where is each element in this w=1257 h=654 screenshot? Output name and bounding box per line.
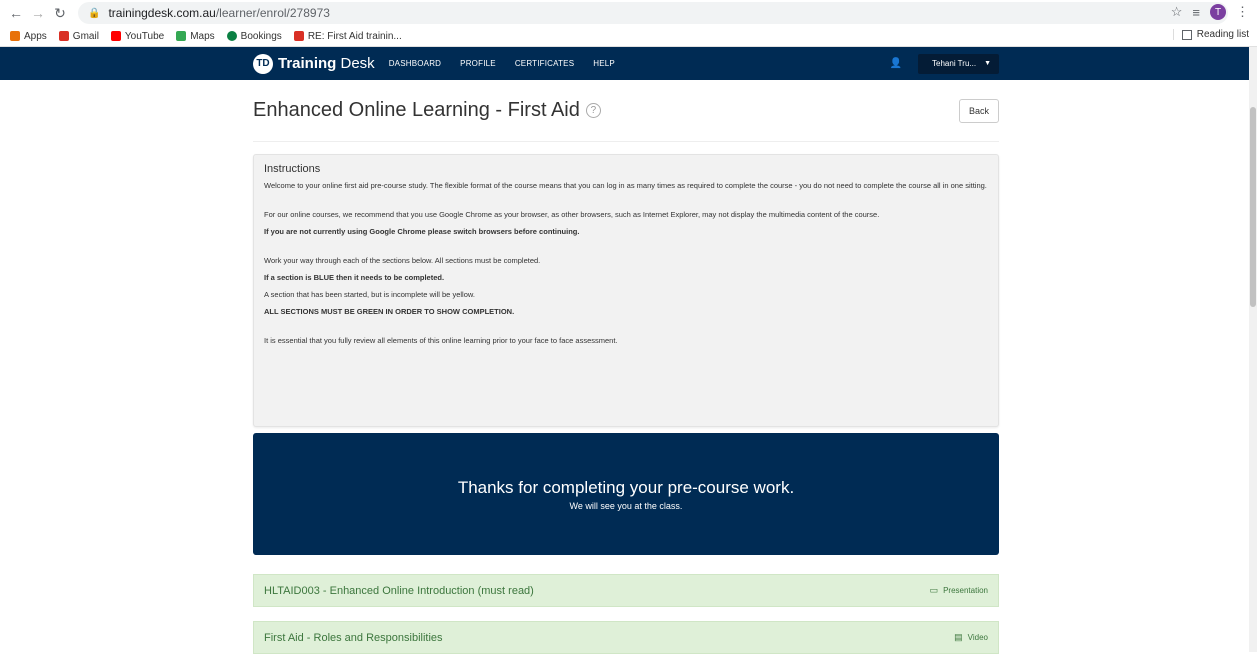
- bookmark-maps[interactable]: Maps: [176, 31, 215, 42]
- browser-toolbar: ← → ↻ 🔒 trainingdesk.com.au /learner/enr…: [0, 0, 1257, 26]
- training-desk-logo[interactable]: TD Training Desk: [253, 53, 375, 74]
- maps-icon: [176, 31, 187, 41]
- apps-grid-icon: [10, 31, 20, 41]
- logo-badge: TD: [253, 53, 273, 74]
- instructions-blue-note: If a section is BLUE then it needs to be…: [264, 273, 445, 282]
- gmail-icon: [293, 31, 304, 41]
- lock-icon: 🔒: [88, 7, 101, 19]
- completion-title: Thanks for completing your pre-course wo…: [457, 477, 795, 497]
- reload-icon[interactable]: ↻: [52, 5, 68, 21]
- nav-certificates[interactable]: CERTIFICATES: [515, 59, 574, 68]
- instructions-green-note: ALL SECTIONS MUST BE GREEN IN ORDER TO S…: [264, 307, 515, 316]
- page-title: Enhanced Online Learning - First Aid?: [253, 99, 601, 122]
- section-row[interactable]: HLTAID003 - Enhanced Online Introduction…: [253, 574, 999, 607]
- forward-arrow-icon[interactable]: →: [30, 5, 46, 21]
- url-host: trainingdesk.com.au: [108, 6, 216, 20]
- media-queue-icon[interactable]: ≡: [1192, 5, 1200, 20]
- app-navbar: TD Training Desk DASHBOARD PROFILE CERTI…: [0, 47, 1257, 80]
- video-icon: ▤: [954, 632, 963, 642]
- page-scrollbar[interactable]: [1249, 47, 1257, 652]
- section-title: HLTAID003 - Enhanced Online Introduction…: [264, 584, 534, 597]
- instructions-paragraph: Welcome to your online first aid pre-cou…: [264, 181, 987, 190]
- user-icon: 👤: [889, 58, 903, 69]
- menu-kebab-icon[interactable]: ⋮: [1236, 4, 1249, 20]
- section-type: ▤ Video: [954, 632, 988, 642]
- nav-dashboard[interactable]: DASHBOARD: [389, 59, 441, 68]
- star-icon[interactable]: ☆: [1171, 4, 1183, 20]
- instructions-warning: If you are not currently using Google Ch…: [264, 227, 580, 236]
- url-path: /learner/enrol/278973: [215, 6, 330, 20]
- back-button[interactable]: Back: [958, 98, 999, 123]
- reading-list-icon: [1181, 29, 1192, 40]
- user-menu-dropdown[interactable]: Tehani Tru... ▼: [918, 53, 999, 74]
- bookmark-gmail[interactable]: Gmail: [58, 31, 99, 42]
- help-circle-icon[interactable]: ?: [585, 103, 601, 119]
- completion-banner: Thanks for completing your pre-course wo…: [253, 433, 999, 555]
- instructions-paragraph: Work your way through each of the sectio…: [264, 256, 541, 265]
- section-title: First Aid - Roles and Responsibilities: [264, 631, 443, 644]
- nav-profile[interactable]: PROFILE: [460, 59, 496, 68]
- profile-avatar[interactable]: T: [1210, 4, 1226, 20]
- bookmarks-bar: Apps Gmail YouTube Maps Bookings RE: Fir…: [0, 26, 1257, 47]
- nav-help[interactable]: HELP: [593, 59, 615, 68]
- instructions-paragraph: For our online courses, we recommend tha…: [264, 210, 880, 219]
- presentation-icon: ▭: [929, 585, 939, 595]
- completion-subtitle: We will see you at the class.: [569, 500, 683, 511]
- address-bar[interactable]: 🔒 trainingdesk.com.au /learner/enrol/278…: [78, 2, 1228, 24]
- bookings-icon: [226, 31, 237, 41]
- section-row[interactable]: First Aid - Roles and Responsibilities ▤…: [253, 621, 999, 654]
- reading-list-button[interactable]: Reading list: [1172, 29, 1249, 40]
- instructions-panel: Instructions Welcome to your online firs…: [253, 154, 999, 427]
- bookmark-apps[interactable]: Apps: [10, 31, 47, 42]
- instructions-paragraph: It is essential that you fully review al…: [264, 336, 618, 345]
- scroll-thumb[interactable]: [1250, 107, 1256, 307]
- main-content: Enhanced Online Learning - First Aid? Ba…: [253, 80, 999, 654]
- back-arrow-icon[interactable]: ←: [8, 5, 24, 21]
- instructions-title: Instructions: [264, 163, 321, 175]
- section-type: ▭ Presentation: [929, 585, 988, 595]
- gmail-icon: [58, 31, 69, 41]
- bookmark-bookings[interactable]: Bookings: [226, 31, 282, 42]
- bookmark-youtube[interactable]: YouTube: [110, 31, 164, 42]
- caret-down-icon: ▼: [984, 60, 991, 67]
- youtube-icon: [110, 31, 121, 41]
- instructions-yellow-note: A section that has been started, but is …: [264, 290, 475, 299]
- page-header: Enhanced Online Learning - First Aid? Ba…: [253, 80, 999, 142]
- bookmark-re-first-aid[interactable]: RE: First Aid trainin...: [293, 31, 402, 42]
